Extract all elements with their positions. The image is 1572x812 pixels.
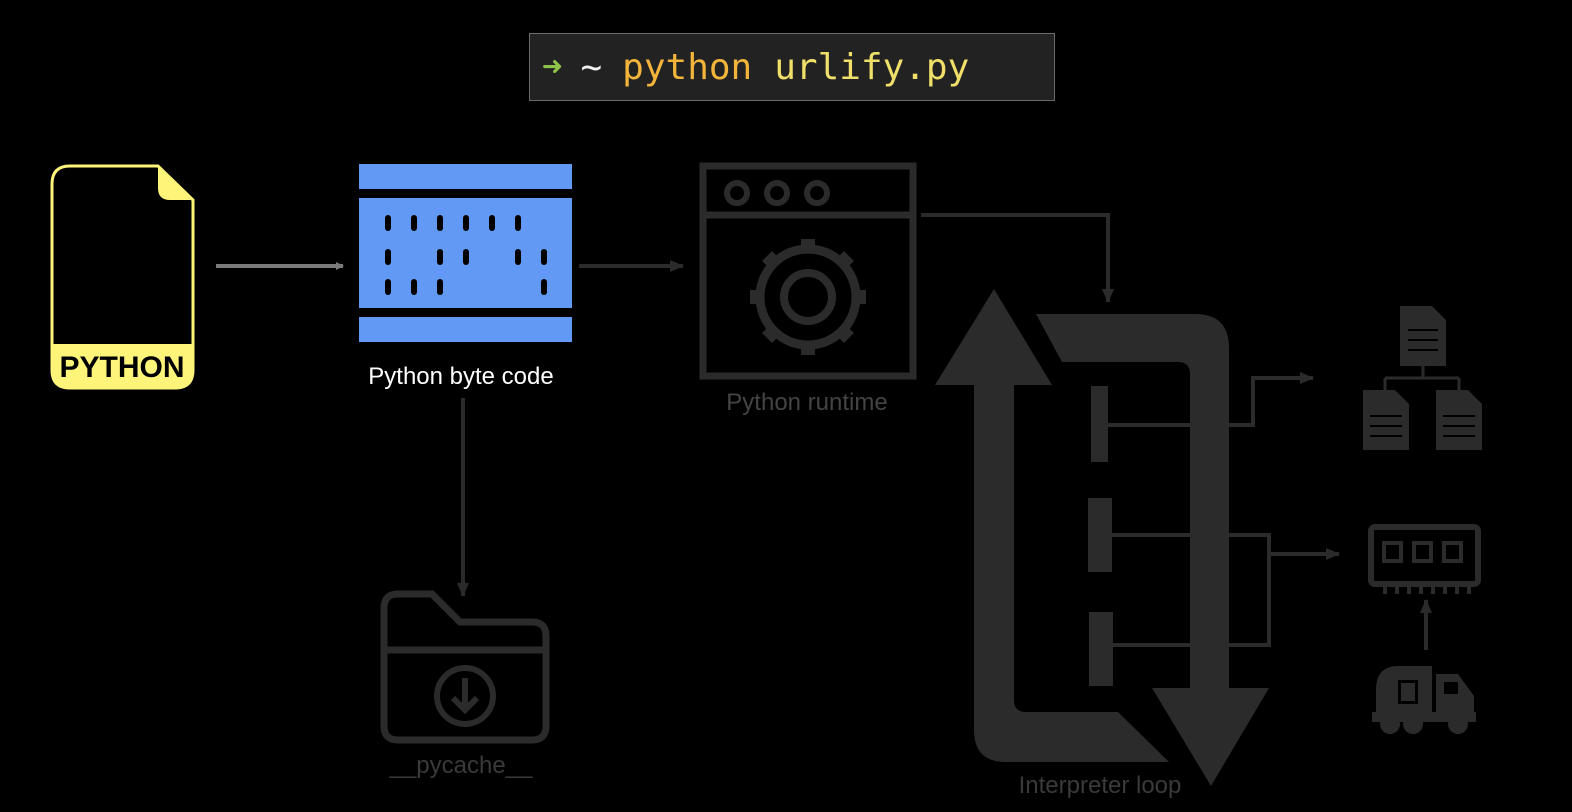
python-file-icon: PYTHON	[50, 164, 195, 390]
memory-module-icon	[1368, 524, 1481, 594]
garbage-truck-icon	[1372, 666, 1476, 734]
arrow-runtime-to-loop	[921, 213, 1114, 303]
gear-icon	[750, 239, 866, 355]
interpreter-loop-label: Interpreter loop	[1018, 772, 1182, 799]
python-badge: PYTHON	[59, 351, 184, 384]
bytecode-label: Python byte code	[368, 363, 554, 390]
instruction-marks	[1088, 386, 1113, 686]
document-hierarchy-icon	[1363, 306, 1482, 450]
gear-window-icon	[699, 162, 917, 380]
runtime-label: Python runtime	[726, 389, 888, 416]
pycache-label: __pycache__	[389, 752, 533, 779]
download-folder-icon	[380, 590, 550, 744]
bytecode-icon	[359, 164, 572, 342]
